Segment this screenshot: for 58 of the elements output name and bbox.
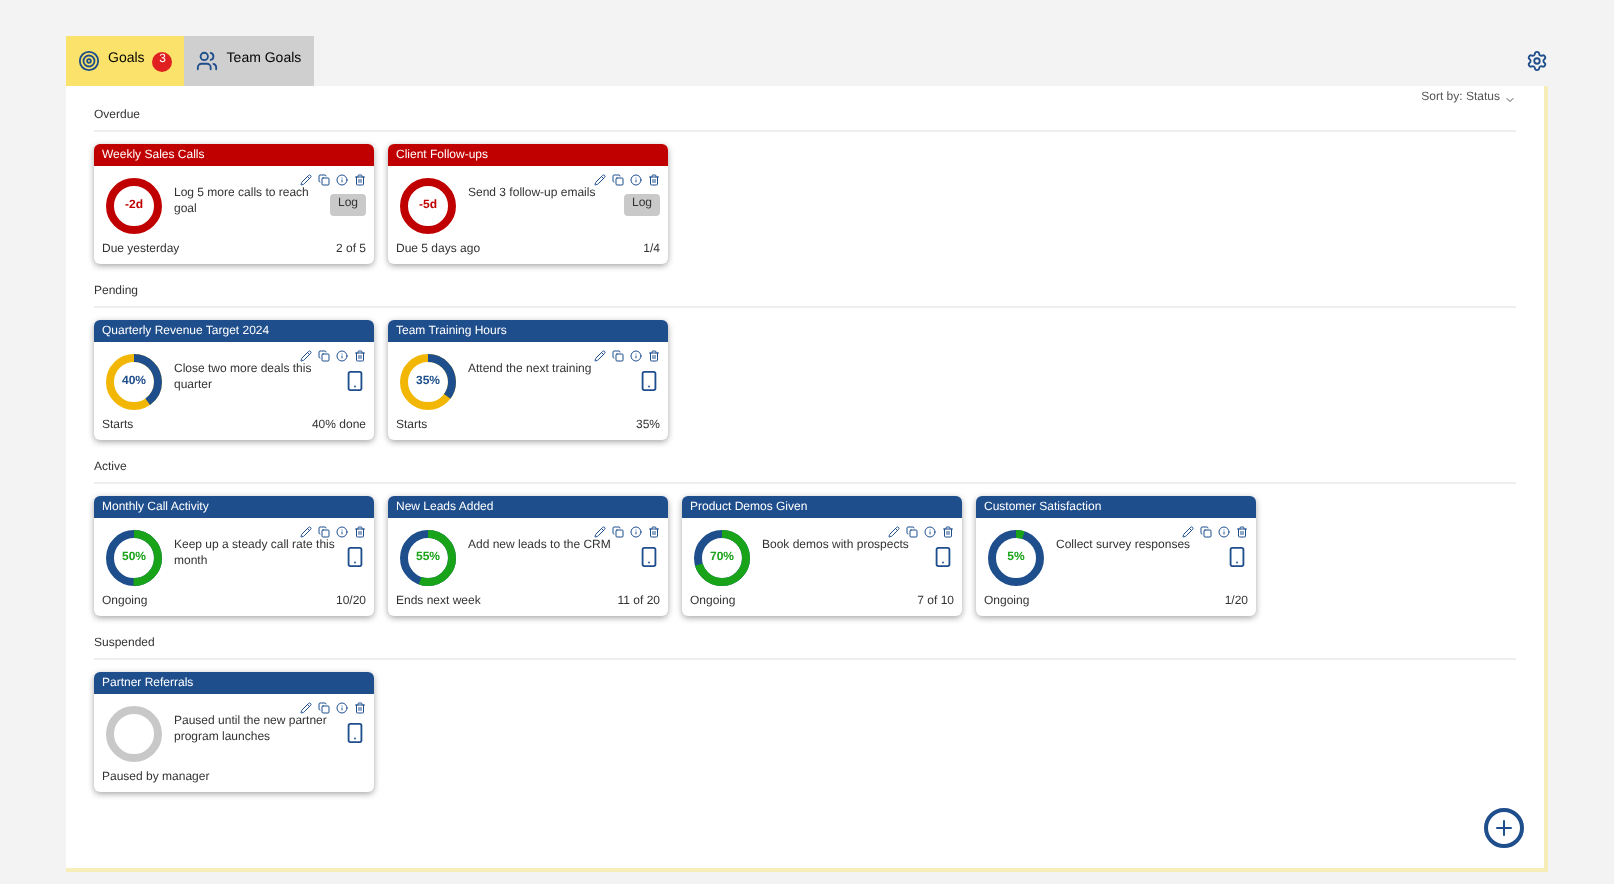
progress-ring — [690, 526, 754, 590]
info-icon[interactable] — [336, 174, 348, 186]
copy-icon[interactable] — [612, 174, 624, 186]
add-button[interactable] — [1484, 808, 1524, 848]
info-icon[interactable] — [630, 174, 642, 186]
info-icon[interactable] — [924, 526, 936, 538]
trash-icon[interactable] — [354, 350, 366, 362]
users-icon — [196, 50, 219, 72]
edit-icon[interactable] — [594, 350, 606, 362]
copy-icon[interactable] — [318, 350, 330, 362]
edit-icon[interactable] — [888, 526, 900, 538]
progress-ring — [102, 702, 166, 766]
copy-icon[interactable] — [612, 526, 624, 538]
edit-icon[interactable] — [594, 174, 606, 186]
edit-icon[interactable] — [300, 526, 312, 538]
progress-ring — [396, 350, 460, 414]
progress-ring — [396, 174, 460, 238]
trash-icon[interactable] — [354, 174, 366, 186]
phone-icon[interactable] — [1226, 546, 1248, 568]
info-icon[interactable] — [336, 702, 348, 714]
trash-icon[interactable] — [648, 526, 660, 538]
phone-icon[interactable] — [344, 722, 366, 744]
progress-ring — [102, 174, 166, 238]
info-icon[interactable] — [336, 350, 348, 362]
progress-ring — [102, 350, 166, 414]
edit-icon[interactable] — [594, 526, 606, 538]
copy-icon[interactable] — [318, 174, 330, 186]
plus-icon — [1492, 816, 1516, 840]
edit-icon[interactable] — [1182, 526, 1194, 538]
info-icon[interactable] — [630, 526, 642, 538]
progress-ring — [102, 526, 166, 590]
info-icon[interactable] — [630, 350, 642, 362]
settings-icon[interactable] — [1526, 50, 1548, 72]
phone-icon[interactable] — [638, 546, 660, 568]
phone-icon[interactable] — [344, 546, 366, 568]
target-icon — [78, 50, 100, 72]
copy-icon[interactable] — [612, 350, 624, 362]
edit-icon[interactable] — [300, 174, 312, 186]
trash-icon[interactable] — [648, 350, 660, 362]
trash-icon[interactable] — [354, 526, 366, 538]
trash-icon[interactable] — [354, 702, 366, 714]
phone-icon[interactable] — [932, 546, 954, 568]
trash-icon[interactable] — [942, 526, 954, 538]
edit-icon[interactable] — [300, 702, 312, 714]
phone-icon[interactable] — [344, 370, 366, 392]
copy-icon[interactable] — [318, 702, 330, 714]
phone-icon[interactable] — [638, 370, 660, 392]
progress-ring — [984, 526, 1048, 590]
info-icon[interactable] — [336, 526, 348, 538]
trash-icon[interactable] — [648, 174, 660, 186]
trash-icon[interactable] — [1236, 526, 1248, 538]
info-icon[interactable] — [1218, 526, 1230, 538]
copy-icon[interactable] — [1200, 526, 1212, 538]
copy-icon[interactable] — [906, 526, 918, 538]
caret-icon — [1504, 93, 1516, 105]
progress-ring — [396, 526, 460, 590]
copy-icon[interactable] — [318, 526, 330, 538]
edit-icon[interactable] — [300, 350, 312, 362]
